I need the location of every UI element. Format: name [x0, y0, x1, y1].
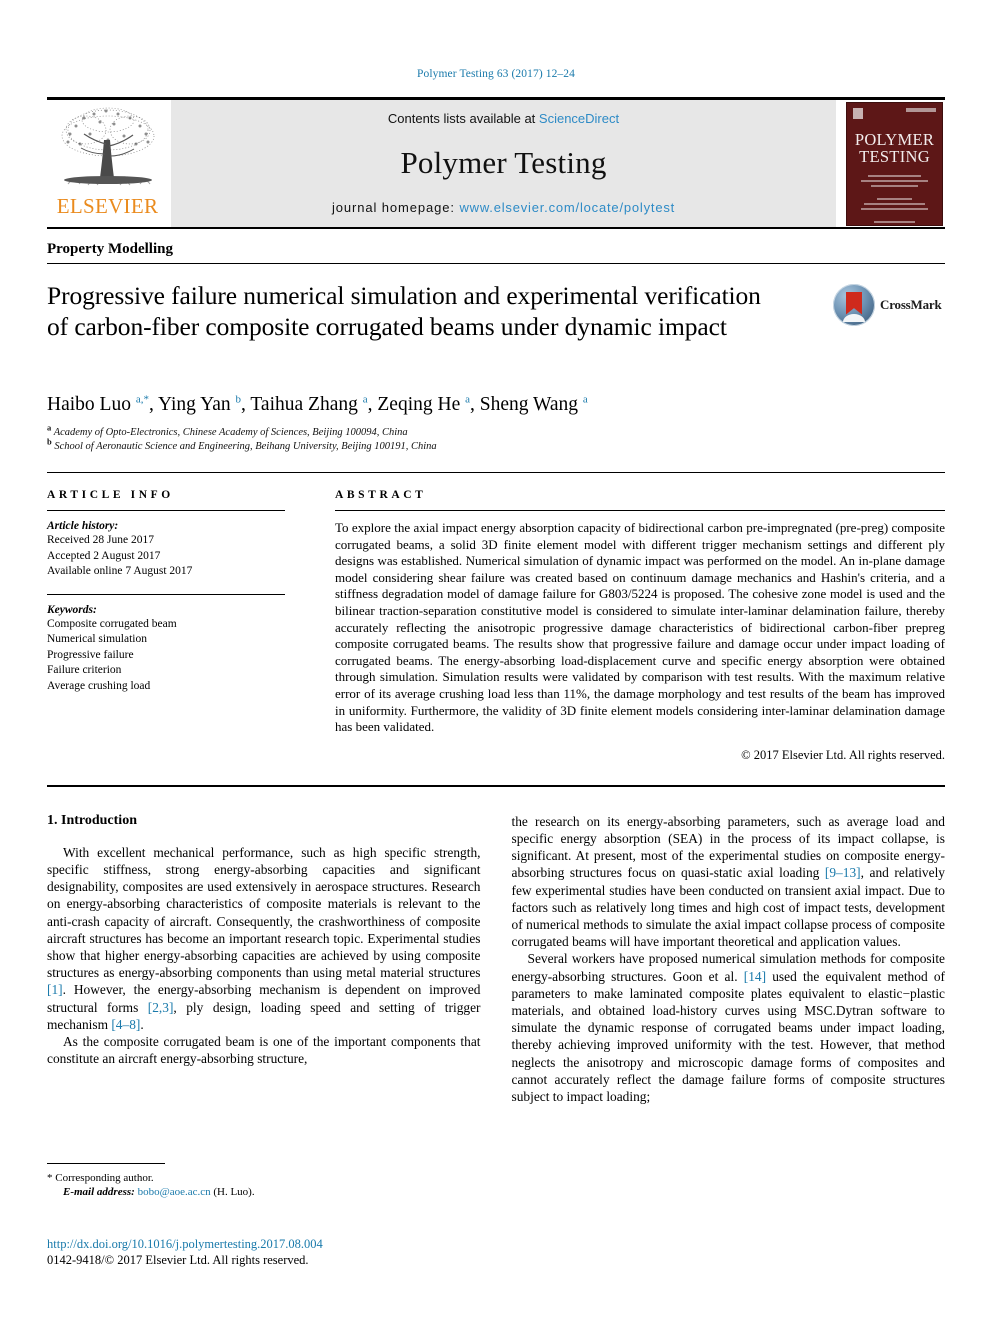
cover-header-marks	[853, 107, 936, 121]
paragraph: Several workers have proposed numerical …	[512, 950, 946, 1105]
keywords-label: Keywords:	[47, 603, 97, 616]
journal-cover-image: POLYMER TESTING	[846, 101, 943, 226]
article-page: Polymer Testing 63 (2017) 12–24 ELSEVIER…	[0, 0, 992, 1323]
paragraph: With excellent mechanical performance, s…	[47, 844, 481, 1033]
paragraph-text: used the equivalent method of parameters…	[511, 968, 946, 1104]
journal-masthead: ELSEVIER Contents lists available at Sci…	[47, 97, 945, 227]
introduction-heading: 1. Introduction	[47, 812, 137, 828]
citation-ref[interactable]: [9–13]	[825, 865, 861, 880]
affiliation-text: Academy of Opto-Electronics, Chinese Aca…	[53, 427, 408, 438]
author-list: Haibo Luo a,*, Ying Yan b, Taihua Zhang …	[47, 393, 588, 415]
abstract-column: ABSTRACT To explore the axial impact ene…	[335, 489, 945, 763]
article-info-column: ARTICLE INFO Article history: Received 2…	[47, 489, 285, 763]
elsevier-logo-block: ELSEVIER	[47, 100, 168, 227]
crossmark-icon	[833, 284, 875, 326]
affiliation-marker: a	[47, 422, 52, 433]
citation-ref[interactable]: [14]	[744, 969, 766, 984]
footer-copyright: 0142-9418/© 2017 Elsevier Ltd. All right…	[47, 1253, 309, 1267]
article-history-item: Accepted 2 August 2017	[47, 549, 161, 562]
cover-issn-bar	[906, 107, 936, 112]
running-head: Polymer Testing 63 (2017) 12–24	[417, 68, 575, 80]
journal-cover-block: POLYMER TESTING	[844, 100, 945, 227]
citation-ref[interactable]: [2,3]	[148, 1000, 174, 1015]
corresponding-text: Corresponding author.	[55, 1172, 154, 1184]
contents-prefix: Contents lists available at	[387, 111, 539, 126]
paragraph-text: .	[140, 1016, 144, 1032]
affiliation-marker: b	[47, 436, 52, 447]
paragraph-text: With excellent mechanical performance, s…	[47, 844, 481, 981]
sciencedirect-link[interactable]: ScienceDirect	[539, 111, 619, 126]
corresponding-author-line: * Corresponding author.	[47, 1171, 467, 1185]
article-history-item: Available online 7 August 2017	[47, 565, 193, 577]
affiliation-item: b School of Aeronautic Science and Engin…	[47, 436, 945, 454]
cover-title: POLYMER TESTING	[847, 131, 942, 165]
affiliation-list: a Academy of Opto-Electronics, Chinese A…	[47, 422, 945, 454]
footnote-block: * Corresponding author. E-mail address: …	[47, 1163, 467, 1199]
section-rule	[47, 263, 945, 264]
cover-title-line2: TESTING	[859, 146, 930, 166]
email-suffix: (H. Luo).	[213, 1186, 255, 1198]
elsevier-tree-icon	[61, 107, 154, 186]
journal-name: Polymer Testing	[400, 145, 607, 180]
citation-ref[interactable]: [4–8]	[111, 1017, 140, 1032]
affiliation-text: School of Aeronautic Science and Enginee…	[54, 441, 437, 452]
abstract-rule	[335, 510, 945, 511]
keyword-item: Numerical simulation	[47, 633, 147, 645]
abstract-text: To explore the axial impact energy absor…	[335, 520, 945, 735]
affiliation-item: a Academy of Opto-Electronics, Chinese A…	[47, 422, 945, 440]
keyword-item: Progressive failure	[47, 648, 134, 661]
body-column-left: 1. Introduction With excellent mechanica…	[47, 813, 481, 1105]
journal-homepage-link[interactable]: www.elsevier.com/locate/polytest	[459, 200, 675, 215]
cover-elsevier-mark-icon	[853, 107, 863, 119]
page-title: Progressive failure numerical simulation…	[47, 281, 761, 341]
article-history-label: Article history:	[47, 520, 119, 532]
email-line: E-mail address: bobo@aoe.ac.cn (H. Luo).	[47, 1185, 467, 1199]
keywords-rule	[47, 593, 285, 595]
abstract-heading: ABSTRACT	[335, 489, 427, 501]
body-columns: 1. Introduction With excellent mechanica…	[47, 813, 945, 1105]
elsevier-wordmark: ELSEVIER	[56, 194, 159, 218]
abstract-body-divider	[47, 784, 945, 787]
citation-ref[interactable]: [1]	[47, 982, 63, 997]
section-label: Property Modelling	[47, 241, 173, 257]
cover-text-block	[856, 174, 933, 225]
homepage-prefix: journal homepage:	[331, 200, 460, 215]
page-footer: http://dx.doi.org/10.1016/j.polymertesti…	[47, 1236, 547, 1268]
info-abstract-region: ARTICLE INFO Article history: Received 2…	[47, 473, 945, 763]
footnote-rule	[47, 1163, 165, 1164]
doi-link[interactable]: http://dx.doi.org/10.1016/j.polymertesti…	[47, 1236, 547, 1252]
body-column-right: the research on its energy-absorbing par…	[512, 813, 946, 1105]
abstract-copyright: © 2017 Elsevier Ltd. All rights reserved…	[741, 747, 945, 762]
masthead-bottom-rule	[47, 227, 945, 229]
crossmark-label: CrossMark	[880, 297, 942, 312]
article-info-heading: ARTICLE INFO	[47, 489, 174, 501]
paragraph: As the composite corrugated beam is one …	[47, 1033, 481, 1067]
paragraph: the research on its energy-absorbing par…	[512, 813, 946, 951]
masthead-center: Contents lists available at ScienceDirec…	[171, 100, 836, 227]
contents-line: Contents lists available at ScienceDirec…	[388, 111, 619, 126]
article-info-rule	[47, 510, 285, 511]
crossmark-badge-group[interactable]: CrossMark	[833, 282, 945, 328]
article-history-item: Received 28 June 2017	[47, 534, 154, 546]
email-link[interactable]: bobo@aoe.ac.cn	[138, 1186, 211, 1198]
journal-homepage-line: journal homepage: www.elsevier.com/locat…	[332, 200, 675, 215]
keyword-item: Failure criterion	[47, 664, 122, 676]
keyword-item: Average crushing load	[47, 679, 151, 692]
title-block: Progressive failure numerical simulation…	[47, 280, 945, 376]
keyword-item: Composite corrugated beam	[47, 617, 177, 630]
corresponding-marker: *	[47, 1172, 53, 1184]
cover-title-line1: POLYMER	[854, 129, 935, 149]
email-label: E-mail address:	[63, 1186, 135, 1198]
